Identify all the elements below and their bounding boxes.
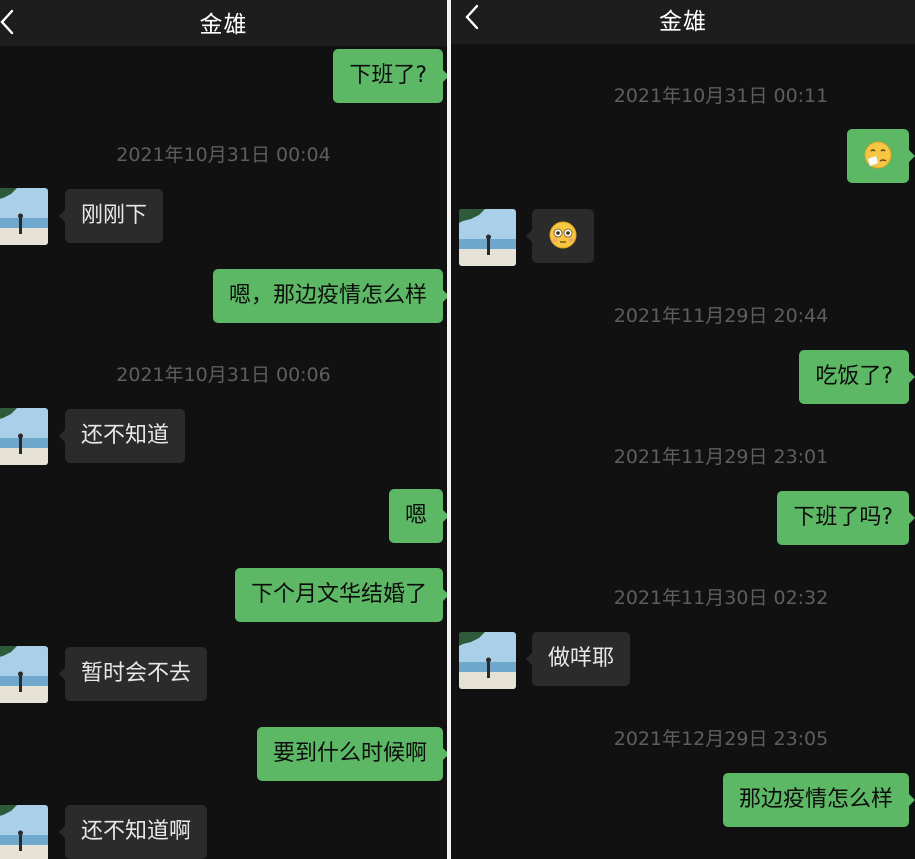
incoming-emoji-message[interactable] bbox=[526, 209, 594, 263]
outgoing-message[interactable]: 要到什么时候啊 bbox=[256, 727, 447, 781]
outgoing-message[interactable]: 下班了? bbox=[333, 49, 447, 103]
outgoing-emoji-message[interactable] bbox=[847, 129, 915, 183]
incoming-message[interactable]: 还不知道啊 bbox=[58, 805, 208, 859]
outgoing-message[interactable]: 吃饭了? bbox=[799, 350, 915, 404]
chat-panel-right: 金雄 2021年10月31日 00:11 2021年11月29日 20:44 吃… bbox=[451, 0, 915, 859]
contact-avatar[interactable] bbox=[0, 646, 48, 703]
incoming-message[interactable]: 还不知道 bbox=[58, 409, 186, 463]
contact-avatar[interactable] bbox=[459, 209, 516, 266]
timestamp: 2021年10月31日 00:06 bbox=[116, 364, 331, 386]
timestamp: 2021年10月31日 00:04 bbox=[116, 144, 331, 166]
chat-title: 金雄 bbox=[659, 9, 707, 35]
incoming-message[interactable]: 做咩耶 bbox=[525, 632, 631, 686]
sneezing-face-emoji-icon bbox=[864, 141, 892, 169]
chat-title: 金雄 bbox=[199, 12, 248, 38]
outgoing-message[interactable]: 嗯 bbox=[388, 489, 447, 543]
incoming-message[interactable]: 暂时会不去 bbox=[58, 647, 208, 701]
contact-avatar[interactable] bbox=[0, 408, 48, 465]
contact-avatar[interactable] bbox=[459, 632, 516, 689]
timestamp: 2021年11月29日 23:01 bbox=[613, 446, 829, 468]
chat-header: 金雄 bbox=[451, 0, 915, 44]
outgoing-message[interactable]: 那边疫情怎么样 bbox=[722, 773, 915, 827]
chat-header: 金雄 bbox=[0, 0, 447, 46]
timestamp: 2021年10月31日 00:11 bbox=[613, 85, 829, 107]
incoming-message[interactable]: 刚刚下 bbox=[58, 189, 164, 243]
flushed-face-emoji-icon bbox=[549, 221, 577, 249]
outgoing-message[interactable]: 嗯，那边疫情怎么样 bbox=[212, 269, 447, 323]
timestamp: 2021年11月30日 02:32 bbox=[613, 587, 829, 609]
chat-panel-left: 金雄 下班了? 2021年10月31日 00:04 刚刚下 嗯，那边疫情怎么样 … bbox=[0, 0, 447, 859]
timestamp: 2021年12月29日 23:05 bbox=[613, 728, 829, 750]
contact-avatar[interactable] bbox=[0, 805, 48, 859]
outgoing-message[interactable]: 下班了吗? bbox=[777, 491, 915, 545]
timestamp: 2021年11月29日 20:44 bbox=[613, 305, 829, 327]
outgoing-message[interactable]: 下个月文华结婚了 bbox=[234, 568, 447, 622]
contact-avatar[interactable] bbox=[0, 188, 48, 245]
